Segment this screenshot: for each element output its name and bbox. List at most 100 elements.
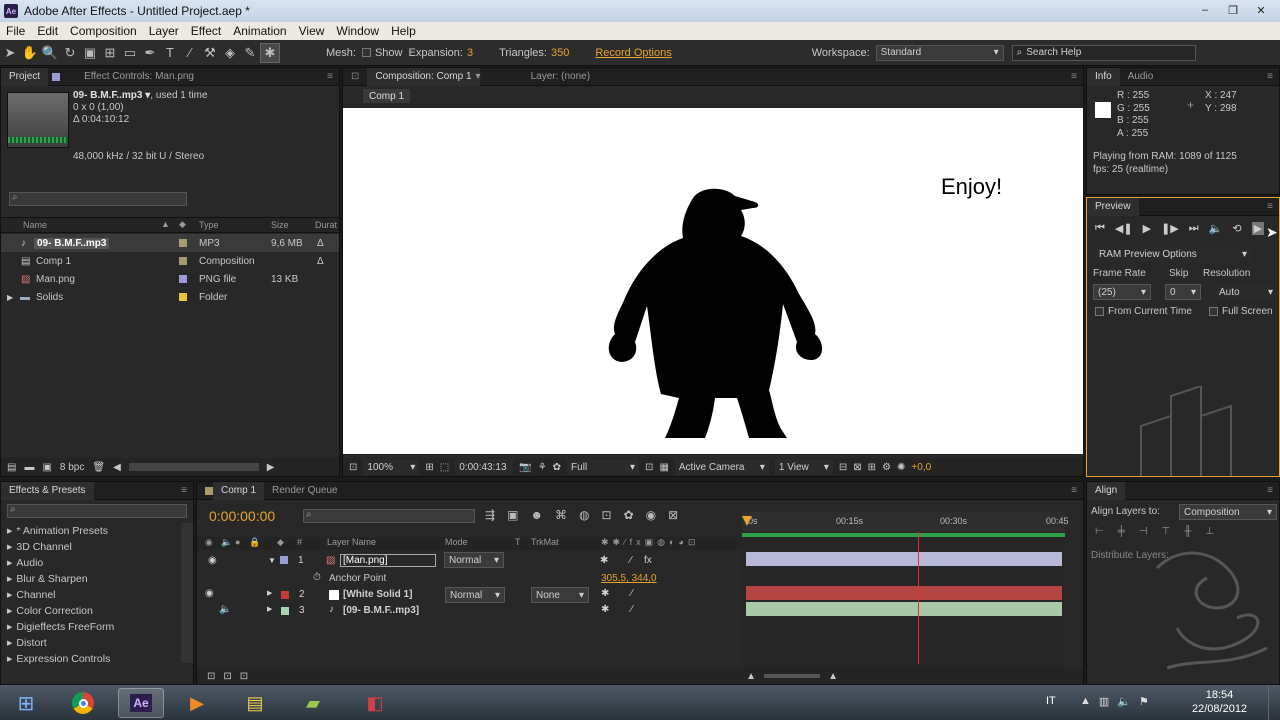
list-item[interactable]: ▶ Expression Controls — [1, 651, 179, 667]
clock[interactable]: 18:54 22/08/2012 — [1192, 688, 1247, 716]
quality-switch-icon[interactable]: ∕ — [631, 588, 633, 599]
col-mode[interactable]: Mode — [445, 537, 468, 547]
camera-dropdown[interactable]: Active Camera ▾ — [674, 459, 769, 475]
col-duration[interactable]: Durat — [315, 220, 337, 230]
expand-arrow-icon[interactable]: ▶ — [7, 543, 12, 551]
show-checkbox-box[interactable] — [361, 48, 371, 57]
layer-name[interactable]: [09- B.M.F..mp3] — [343, 605, 419, 616]
language-indicator[interactable]: IT — [1046, 695, 1056, 707]
trkmat-dropdown[interactable]: None ▾ — [531, 587, 589, 603]
list-item[interactable]: ▶ Blur & Sharpen — [1, 571, 179, 587]
channel-icon[interactable]: ✿ — [553, 462, 561, 473]
lock-icon[interactable]: ⊡ — [343, 68, 367, 86]
list-item[interactable]: ♪ 09- B.M.F..mp3 MP3 9,6 MB Δ — [1, 234, 339, 252]
effects-search-input[interactable]: ⌕ — [7, 504, 187, 518]
graph-editor-icon[interactable]: ⊡ — [602, 508, 612, 522]
effect-switch-icon[interactable]: fx — [644, 555, 652, 566]
ram-preview-icon[interactable]: ▶ — [1251, 222, 1265, 235]
roto-brush-tool-icon[interactable]: ✎ — [240, 43, 260, 63]
current-time-display[interactable]: 0:00:43:13 — [455, 459, 514, 475]
search-help-input[interactable]: ⌕ Search Help — [1011, 44, 1196, 61]
toggle-in-out-icon[interactable]: ⊡ — [240, 671, 248, 682]
media-player-taskbar-icon[interactable]: ▶ — [174, 688, 220, 718]
next-frame-icon[interactable]: ❚▶ — [1161, 222, 1179, 235]
comp-breadcrumb[interactable]: Comp 1 — [363, 89, 411, 103]
col-t[interactable]: T — [515, 537, 521, 547]
zoom-out-icon[interactable]: ▲ — [746, 671, 756, 682]
layer-name[interactable]: [White Solid 1] — [343, 589, 412, 600]
first-frame-icon[interactable]: ⏮ — [1095, 222, 1105, 235]
after-effects-taskbar-icon[interactable]: Ae — [118, 688, 164, 718]
expand-arrow-icon[interactable]: ▶ — [7, 293, 13, 302]
panel-menu-icon[interactable]: ≡ — [1071, 485, 1077, 496]
shy-switch-icon[interactable]: ✱ — [601, 604, 609, 615]
menu-file[interactable]: File — [0, 24, 31, 38]
motion-blur-icon[interactable]: ◍ — [579, 508, 589, 522]
video-eye-icon[interactable]: ◉ — [205, 588, 214, 599]
full-screen-checkbox[interactable]: Full Screen — [1209, 306, 1273, 317]
col-type[interactable]: Type — [199, 220, 219, 230]
bpc-button[interactable]: 8 bpc — [60, 462, 84, 473]
twirl-down-icon[interactable]: ▼ — [268, 556, 276, 565]
shy-layers-icon[interactable]: ☻ — [530, 508, 543, 522]
horizontal-scrollbar[interactable] — [128, 463, 259, 471]
rotate-tool-icon[interactable]: ↻ — [60, 43, 80, 63]
safe-margins-icon[interactable]: ⊞ — [425, 462, 433, 473]
layer-duration-bar[interactable] — [746, 552, 1062, 566]
show-mesh-checkbox[interactable]: Show — [361, 47, 403, 59]
tab-comp-1[interactable]: Comp 1 — [213, 481, 265, 500]
stopwatch-icon[interactable]: ⏱ — [313, 572, 321, 583]
full-screen-checkbox-box[interactable] — [1209, 307, 1218, 316]
zoom-in-icon[interactable]: ▲ — [828, 671, 838, 682]
work-area-bar[interactable] — [742, 533, 1065, 537]
layer-duration-bar[interactable] — [746, 586, 1062, 600]
always-preview-icon[interactable]: ⊡ — [349, 462, 357, 473]
rectangle-tool-icon[interactable]: ▭ — [120, 43, 140, 63]
scroll-right-icon[interactable]: ▶ — [267, 462, 275, 473]
current-time-indicator[interactable] — [742, 516, 752, 526]
col-trkmat[interactable]: TrkMat — [531, 537, 559, 547]
menu-composition[interactable]: Composition — [64, 24, 143, 38]
layer-label-swatch[interactable] — [281, 591, 289, 599]
minimize-button[interactable]: – — [1192, 2, 1218, 18]
align-right-icon[interactable]: ⊣ — [1139, 526, 1148, 537]
blend-mode-dropdown[interactable]: Normal ▾ — [444, 552, 504, 568]
label-color-swatch[interactable] — [179, 239, 187, 247]
workspace-dropdown[interactable]: Standard ▾ — [875, 44, 1004, 61]
audio-speaker-icon[interactable]: 🔈 — [219, 604, 231, 615]
menu-edit[interactable]: Edit — [31, 24, 64, 38]
col-layer-name[interactable]: Layer Name — [327, 537, 376, 547]
clone-stamp-tool-icon[interactable]: ⚒ — [200, 43, 220, 63]
effects-scrollbar[interactable] — [181, 523, 193, 663]
network-icon[interactable]: ▥ — [1099, 695, 1109, 708]
snapshot-icon[interactable]: 📷 — [519, 462, 531, 473]
tab-preview[interactable]: Preview — [1087, 197, 1139, 216]
show-snapshot-icon[interactable]: ⚘ — [538, 462, 547, 473]
from-current-checkbox-box[interactable] — [1095, 307, 1104, 316]
panel-menu-icon[interactable]: ≡ — [1267, 201, 1273, 212]
ram-preview-options-dropdown[interactable]: RAM Preview Options ▾ — [1095, 246, 1251, 262]
list-item[interactable]: ▶ 3D Channel — [1, 539, 179, 555]
panel-menu-icon[interactable]: ≡ — [1267, 71, 1273, 82]
delete-icon[interactable]: 🗑 — [92, 462, 105, 473]
layer-label-swatch[interactable] — [280, 556, 288, 564]
shy-switch-icon[interactable]: ✱ — [600, 555, 608, 566]
expand-arrow-icon[interactable]: ▶ — [7, 639, 12, 647]
frame-blending-icon[interactable]: ⌘ — [555, 508, 567, 522]
new-comp-icon[interactable]: ▣ — [42, 462, 51, 473]
blend-mode-dropdown[interactable]: Normal ▾ — [445, 587, 505, 603]
list-item[interactable]: ▤ Comp 1 Composition Δ — [1, 252, 339, 270]
menu-layer[interactable]: Layer — [143, 24, 185, 38]
menu-view[interactable]: View — [293, 24, 331, 38]
timeline-zoom-slider[interactable] — [764, 674, 821, 678]
region-of-interest-icon[interactable]: ⊡ — [645, 462, 653, 473]
timeline-icon[interactable]: ⊞ — [868, 462, 876, 473]
brainstorm-icon[interactable]: ✿ — [624, 508, 634, 522]
exposure-icon[interactable]: ✺ — [897, 462, 905, 473]
resolution-dropdown[interactable]: Full ▾ — [567, 459, 640, 475]
panel-menu-icon[interactable]: ≡ — [181, 485, 187, 496]
from-current-time-checkbox[interactable]: From Current Time — [1095, 306, 1192, 317]
menu-help[interactable]: Help — [385, 24, 422, 38]
chevron-down-icon[interactable]: ▾ — [476, 71, 481, 82]
chrome-taskbar-icon[interactable] — [60, 688, 106, 718]
